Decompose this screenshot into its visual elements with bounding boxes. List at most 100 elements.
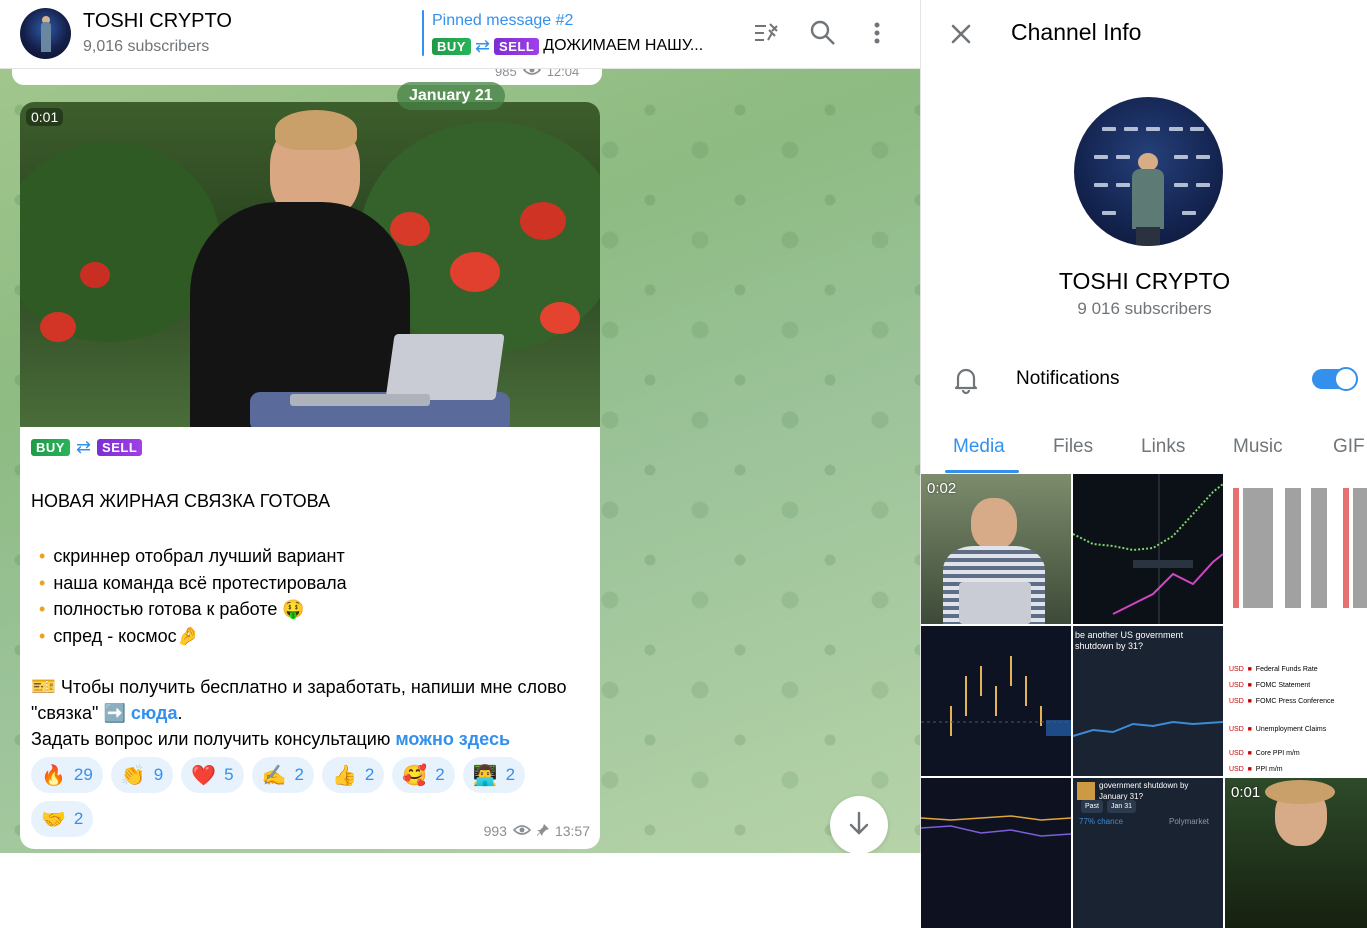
reaction-smiling-hearts[interactable]: 🥰 2 [392,757,455,793]
post-video[interactable]: 0:01 [20,102,600,427]
channel-post: 0:01 BUY ⇄ SELL НОВАЯ ЖИРНАЯ СВЯЗКА ГОТО… [20,102,600,849]
pinned-message-text: ДОЖИМАЕМ НАШУ... [543,37,704,54]
polymarket-brand: Polymarket [1169,817,1210,826]
channel-subscribers: 9,016 subscribers [83,38,210,55]
reaction-count: 29 [73,765,93,784]
buy-badge: BUY [31,438,70,456]
close-icon[interactable] [947,20,975,48]
smiling-hearts-icon: 🥰 [402,764,428,787]
eye-icon [512,823,532,839]
reaction-thumbs-up[interactable]: 👍 2 [321,757,385,793]
more-menu-icon[interactable] [862,18,892,48]
event-name: PPI m/m [1255,766,1283,773]
media-chart-thumb[interactable] [1073,474,1223,624]
media-grid: 0:02 be another US government shutdown b… [921,474,1367,928]
reaction-technologist[interactable]: 👨‍💻 2 [462,757,526,793]
calendar-row: USD ■ FOMC Statement [1229,682,1311,689]
currency: USD [1229,726,1244,733]
tab-links[interactable]: Links [1141,436,1185,458]
question-link[interactable]: можно здесь [395,729,510,749]
handshake-icon: 🤝 [41,808,66,831]
event-name: FOMC Statement [1255,682,1311,689]
video-duration: 0:02 [927,480,957,497]
date-chip: Jan 31 [1107,800,1137,813]
media-calendar-thumb[interactable]: USD ■ Federal Funds Rate USD ■ FOMC Stat… [1225,626,1367,776]
reaction-heart[interactable]: ❤️ 5 [181,757,244,793]
chat-area: TOSHI CRYPTO 9,016 subscribers Pinned me… [0,0,920,853]
post-bullet-list: скриннер отобрал лучший вариант наша ком… [31,543,346,649]
poll-question: government shutdown by January 31? [1099,781,1189,801]
post-views: 993 [483,823,507,839]
calendar-row: USD ■ Federal Funds Rate [1229,666,1318,673]
notifications-toggle[interactable] [1312,367,1358,391]
reaction-fire[interactable]: 🔥 29 [31,757,103,793]
media-poll-thumb[interactable]: be another US government shutdown by 31? [1073,626,1223,776]
channel-subscriber-count: 9 016 subscribers [1077,299,1212,318]
reaction-writing[interactable]: ✍️ 2 [251,757,314,793]
fire-icon: 🔥 [41,764,66,787]
channel-avatar[interactable] [20,8,71,59]
reaction-count: 2 [505,765,516,784]
tab-gif[interactable]: GIF [1333,436,1365,458]
post-call-to-action: 🎫 Чтобы получить бесплатно и заработать,… [31,674,591,752]
currency: USD [1229,682,1244,689]
pinned-indicator [422,10,424,56]
pinned-list-icon[interactable] [752,18,782,48]
reaction-count: 2 [294,765,304,784]
laptop [385,334,505,400]
heart-icon: ❤️ [191,764,217,787]
post-meta: 993 13:57 [484,823,590,839]
video-duration: 0:01 [1231,784,1261,801]
event-name: FOMC Press Conference [1255,698,1335,705]
media-line-chart-thumb[interactable] [921,778,1071,928]
calendar-row: USD ■ FOMC Press Conference [1229,698,1335,705]
chat-header: TOSHI CRYPTO 9,016 subscribers Pinned me… [0,0,920,69]
tab-files[interactable]: Files [1053,436,1093,458]
currency: USD [1229,698,1244,705]
reaction-count: 2 [364,765,375,784]
scroll-down-button[interactable] [830,796,888,853]
media-polymarket-thumb[interactable]: government shutdown by January 31? Past … [1073,778,1223,928]
cta-period: . [177,703,183,723]
event-name: Federal Funds Rate [1255,666,1318,673]
video-duration: 0:01 [26,108,64,126]
pinned-message-title[interactable]: Pinned message #2 [432,12,573,30]
media-video-thumb[interactable]: 0:01 [1225,778,1367,928]
media-candlestick-thumb[interactable] [921,626,1071,776]
currency: USD [1229,750,1244,757]
reaction-count: 5 [224,765,234,784]
channel-title[interactable]: TOSHI CRYPTO [83,10,232,33]
reaction-count: 9 [153,765,164,784]
channel-name: TOSHI CRYPTO [1058,268,1231,294]
panel-title: Channel Info [1011,19,1142,45]
past-chip: Past [1081,800,1104,813]
media-table-thumb[interactable] [1225,474,1367,624]
event-name: Core PPI m/m [1255,750,1300,757]
tab-media[interactable]: Media [953,436,1005,458]
arrow-down-icon [845,809,873,842]
tab-music[interactable]: Music [1233,436,1283,458]
pinned-message-preview[interactable]: BUY ⇄ SELL ДОЖИМАЕМ НАШУ... [432,37,703,55]
media-tabs: Media Files Links Music GIF [921,420,1367,474]
reaction-clap[interactable]: 👏 9 [110,757,174,793]
post-time: 13:57 [554,823,590,839]
channel-profile-photo[interactable] [1074,97,1223,246]
post-badges: BUY ⇄ SELL [31,438,143,456]
bullet-item: наша команда всё протестировала [31,570,346,597]
ticket-icon: 🎫 [31,676,56,698]
cta-link[interactable]: сюда [131,703,178,723]
date-separator: January 21 [397,82,505,110]
calendar-row: USD ■ Core PPI m/m [1229,750,1300,757]
search-icon[interactable] [808,18,838,48]
reaction-handshake[interactable]: 🤝 2 [31,801,94,837]
buy-badge: BUY [432,37,471,55]
poll-chance: 77% chance [1079,817,1124,826]
sell-badge: SELL [97,438,143,456]
bell-icon [951,365,981,395]
calendar-row: USD ■ Unemployment Claims [1229,726,1327,733]
technologist-icon: 👨‍💻 [472,764,498,787]
media-video-thumb[interactable]: 0:02 [921,474,1071,624]
currency: USD [1229,766,1244,773]
sell-badge: SELL [494,37,540,55]
active-tab-indicator [945,470,1019,473]
